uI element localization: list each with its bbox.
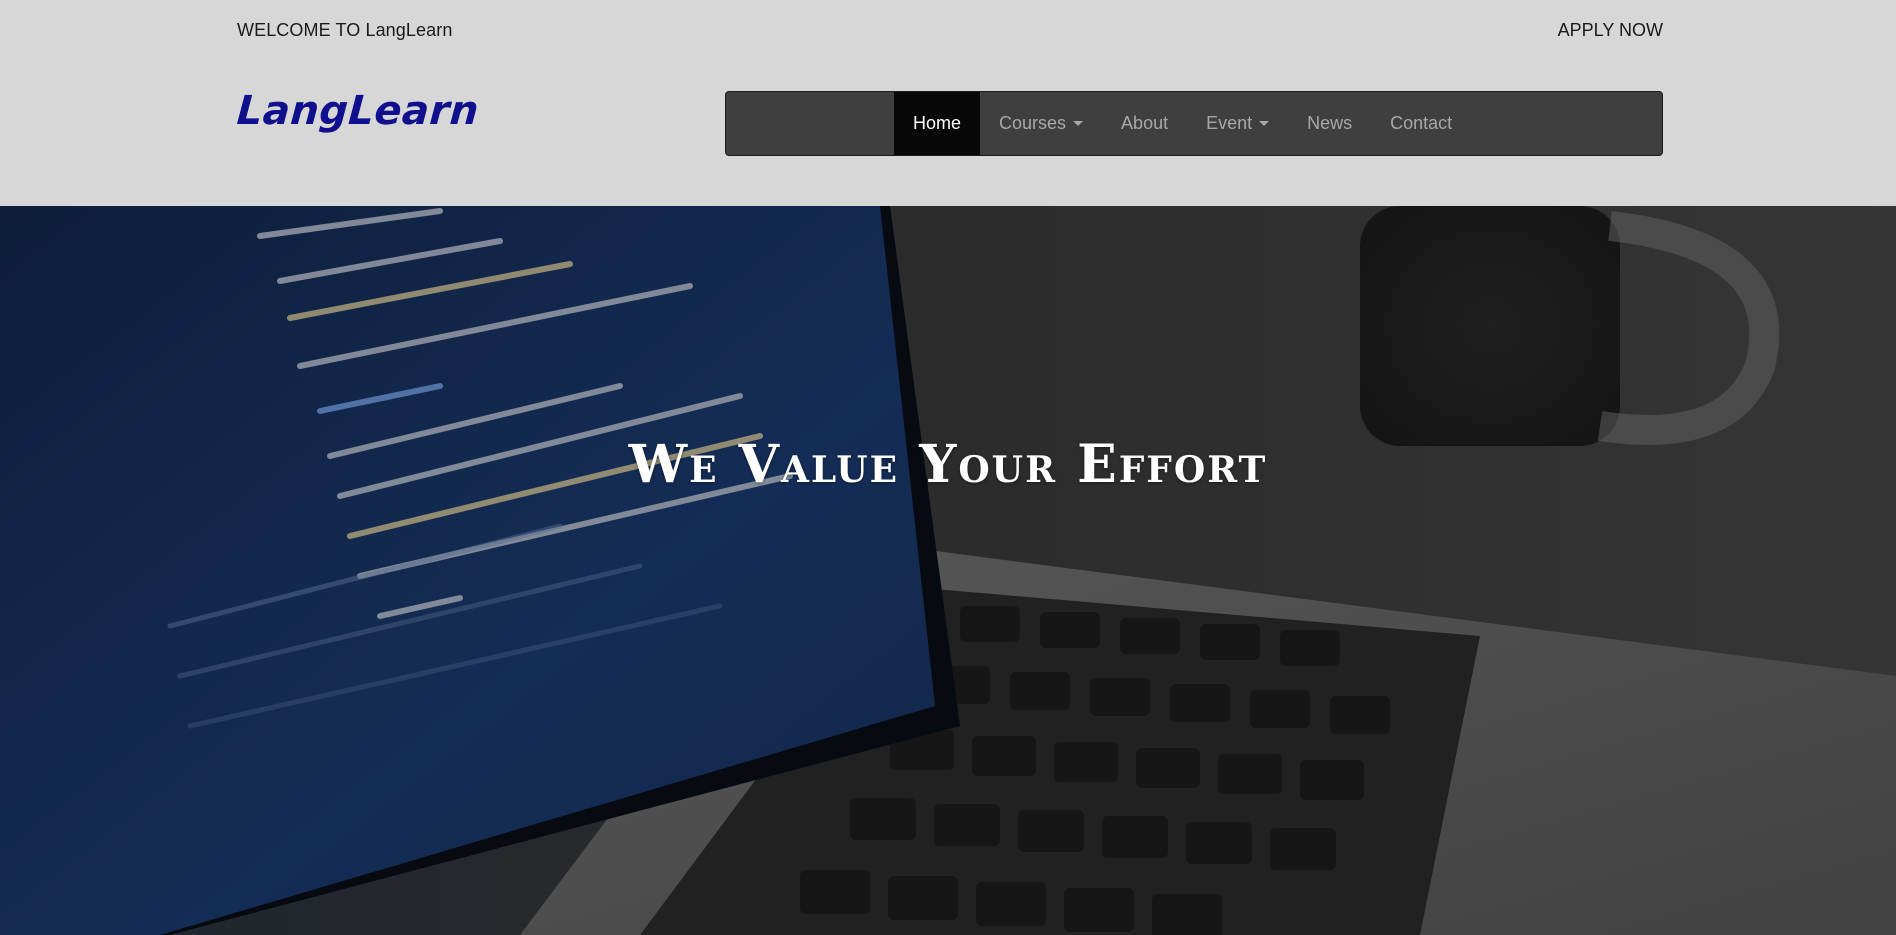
nav-item-about[interactable]: About (1102, 92, 1187, 155)
nav-item-label: Event (1206, 113, 1253, 133)
nav-list: Home Courses About Event News Contact (894, 92, 1471, 155)
nav-item-home[interactable]: Home (894, 92, 981, 155)
apply-now-link[interactable]: APPLY NOW (1558, 20, 1663, 41)
hero-background-image (0, 206, 1896, 935)
site-header: WELCOME TO LangLearn APPLY NOW LangLearn… (0, 0, 1896, 206)
nav-item-contact[interactable]: Contact (1371, 92, 1471, 155)
welcome-text: WELCOME TO LangLearn (237, 20, 453, 40)
nav-item-label: Courses (999, 113, 1067, 133)
caret-down-icon (1073, 121, 1084, 126)
logo[interactable]: LangLearn (235, 88, 480, 134)
nav-item-news[interactable]: News (1288, 92, 1371, 155)
nav-item-courses[interactable]: Courses (980, 92, 1102, 155)
nav-item-label: Home (913, 113, 962, 133)
nav-item-event[interactable]: Event (1187, 92, 1288, 155)
nav-item-label: Contact (1390, 113, 1453, 133)
hero-banner: We Value Your Effort (0, 206, 1896, 935)
hero-title: We Value Your Effort (628, 433, 1268, 495)
caret-down-icon (1259, 121, 1270, 126)
main-navbar: Home Courses About Event News Contact (725, 91, 1663, 156)
nav-item-label: News (1307, 113, 1353, 133)
nav-item-label: About (1121, 113, 1169, 133)
